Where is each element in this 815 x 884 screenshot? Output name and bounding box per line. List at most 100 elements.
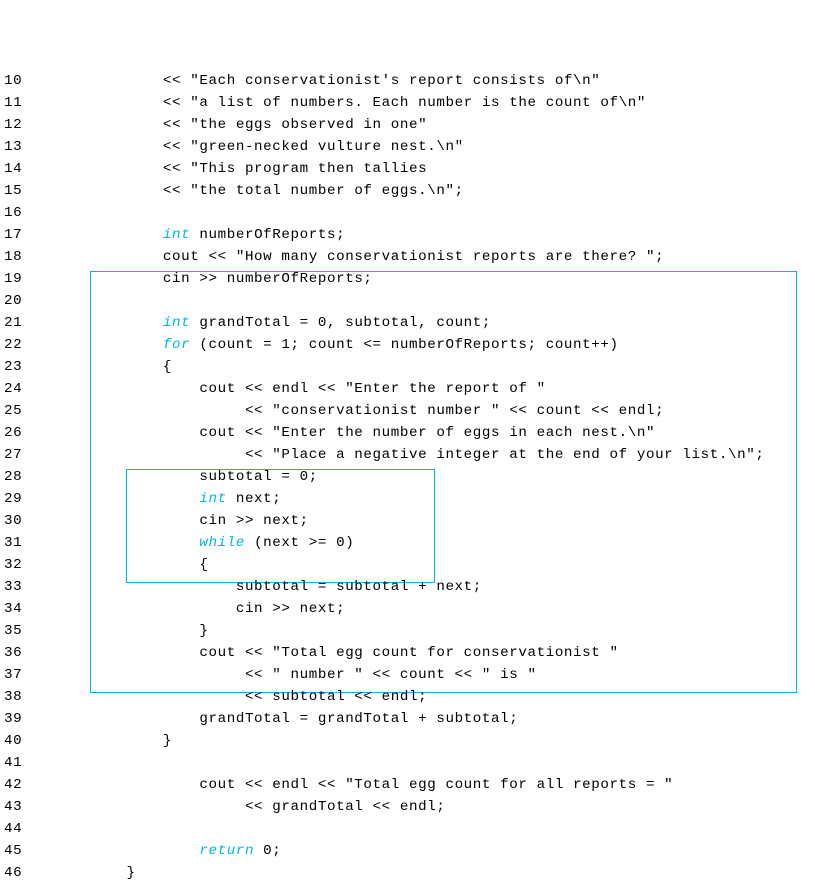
line-number: 17: [0, 224, 36, 246]
code-token: }: [163, 733, 172, 749]
code-token: subtotal = subtotal + next;: [236, 579, 482, 595]
code-line: 45 return 0;: [0, 840, 815, 862]
line-code: {: [36, 554, 209, 576]
line-number: 26: [0, 422, 36, 444]
code-token: cout << "How many conservationist report…: [163, 249, 664, 265]
line-number: 13: [0, 136, 36, 158]
code-line: 24 cout << endl << "Enter the report of …: [0, 378, 815, 400]
line-number: 10: [0, 70, 36, 92]
code-line: 44: [0, 818, 815, 840]
line-number: 27: [0, 444, 36, 466]
line-code: subtotal = 0;: [36, 466, 318, 488]
line-code: [36, 202, 90, 224]
code-token: << "green-necked vulture nest.\n": [163, 139, 464, 155]
line-number: 35: [0, 620, 36, 642]
code-line: 39 grandTotal = grandTotal + subtotal;: [0, 708, 815, 730]
code-token: subtotal = 0;: [199, 469, 317, 485]
code-line: 33 subtotal = subtotal + next;: [0, 576, 815, 598]
line-number: 38: [0, 686, 36, 708]
line-code: }: [36, 862, 136, 884]
code-line: 40 }: [0, 730, 815, 752]
line-number: 22: [0, 334, 36, 356]
code-token: (next >= 0): [245, 535, 354, 551]
keyword-token: int: [199, 491, 226, 507]
line-number: 16: [0, 202, 36, 224]
line-number: 39: [0, 708, 36, 730]
code-line: 38 << subtotal << endl;: [0, 686, 815, 708]
code-token: 0;: [254, 843, 281, 859]
code-line: 19 cin >> numberOfReports;: [0, 268, 815, 290]
keyword-token: int: [163, 315, 190, 331]
code-token: cin >> numberOfReports;: [163, 271, 373, 287]
code-token: << grandTotal << endl;: [236, 799, 446, 815]
line-number: 40: [0, 730, 36, 752]
code-line: 13 << "green-necked vulture nest.\n": [0, 136, 815, 158]
line-code: cout << "How many conservationist report…: [36, 246, 664, 268]
line-number: 24: [0, 378, 36, 400]
code-line: 23 {: [0, 356, 815, 378]
line-code: cin >> next;: [36, 510, 309, 532]
code-token: << "Each conservationist's report consis…: [163, 73, 600, 89]
line-number: 31: [0, 532, 36, 554]
keyword-token: int: [163, 227, 190, 243]
code-line: 29 int next;: [0, 488, 815, 510]
line-number: 34: [0, 598, 36, 620]
code-token: cout << "Total egg count for conservatio…: [199, 645, 618, 661]
code-token: {: [199, 557, 208, 573]
line-number: 37: [0, 664, 36, 686]
line-code: cin >> next;: [36, 598, 345, 620]
code-line: 11 << "a list of numbers. Each number is…: [0, 92, 815, 114]
line-code: << "This program then tallies: [36, 158, 427, 180]
line-code: [36, 290, 90, 312]
code-token: << "This program then tallies: [163, 161, 427, 177]
code-line: 34 cin >> next;: [0, 598, 815, 620]
line-number: 25: [0, 400, 36, 422]
code-token: {: [163, 359, 172, 375]
line-code: << "the eggs observed in one": [36, 114, 427, 136]
line-number: 42: [0, 774, 36, 796]
line-code: int grandTotal = 0, subtotal, count;: [36, 312, 491, 334]
code-line: 46 }: [0, 862, 815, 884]
line-code: << "Place a negative integer at the end …: [36, 444, 764, 466]
code-token: cin >> next;: [199, 513, 308, 529]
code-token: (count = 1; count <= numberOfReports; co…: [190, 337, 618, 353]
line-code: {: [36, 356, 172, 378]
line-number: 33: [0, 576, 36, 598]
code-token: cin >> next;: [236, 601, 345, 617]
line-number: 43: [0, 796, 36, 818]
line-code: << grandTotal << endl;: [36, 796, 445, 818]
line-code: << subtotal << endl;: [36, 686, 427, 708]
code-token: }: [126, 865, 135, 881]
code-line: 22 for (count = 1; count <= numberOfRepo…: [0, 334, 815, 356]
code-line: 31 while (next >= 0): [0, 532, 815, 554]
line-number: 41: [0, 752, 36, 774]
line-number: 21: [0, 312, 36, 334]
line-number: 18: [0, 246, 36, 268]
line-code: << " number " << count << " is ": [36, 664, 537, 686]
code-line: 14 << "This program then tallies: [0, 158, 815, 180]
code-token: cout << "Enter the number of eggs in eac…: [199, 425, 655, 441]
code-line: 28 subtotal = 0;: [0, 466, 815, 488]
keyword-token: return: [199, 843, 254, 859]
code-line: 36 cout << "Total egg count for conserva…: [0, 642, 815, 664]
code-token: cout << endl << "Enter the report of ": [199, 381, 545, 397]
line-number: 11: [0, 92, 36, 114]
line-number: 19: [0, 268, 36, 290]
keyword-token: for: [163, 337, 190, 353]
code-token: << " number " << count << " is ": [236, 667, 537, 683]
line-code: << "conservationist number " << count <<…: [36, 400, 664, 422]
code-token: cout << endl << "Total egg count for all…: [199, 777, 673, 793]
code-line: 17 int numberOfReports;: [0, 224, 815, 246]
code-line: 42 cout << endl << "Total egg count for …: [0, 774, 815, 796]
code-block: 10 << "Each conservationist's report con…: [0, 4, 815, 884]
code-line: 43 << grandTotal << endl;: [0, 796, 815, 818]
code-token: << subtotal << endl;: [236, 689, 427, 705]
line-code: int next;: [36, 488, 281, 510]
code-line: 32 {: [0, 554, 815, 576]
line-number: 12: [0, 114, 36, 136]
line-code: int numberOfReports;: [36, 224, 345, 246]
code-token: numberOfReports;: [190, 227, 345, 243]
line-number: 36: [0, 642, 36, 664]
code-token: next;: [227, 491, 282, 507]
line-number: 15: [0, 180, 36, 202]
